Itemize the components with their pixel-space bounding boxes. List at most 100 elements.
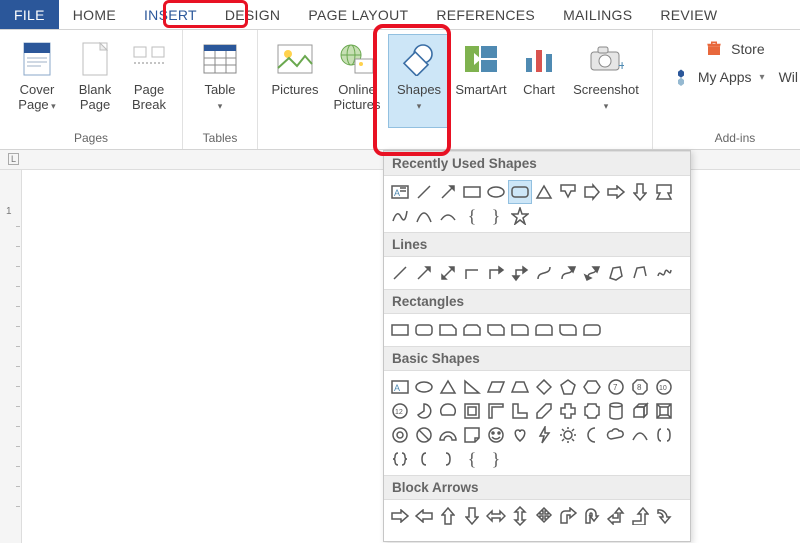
shape-sun[interactable]: [556, 423, 580, 447]
my-apps-button[interactable]: My Apps ▾ Wil: [672, 68, 798, 86]
store-button[interactable]: Store: [705, 40, 764, 58]
shape-up-down-arrow[interactable]: [508, 504, 532, 528]
shape-double-bracket[interactable]: [652, 423, 676, 447]
tab-mailings[interactable]: MAILINGS: [549, 0, 646, 29]
shape-left-arrow[interactable]: [412, 504, 436, 528]
shape-elbow[interactable]: [460, 261, 484, 285]
shape-folded-corner[interactable]: [460, 423, 484, 447]
shape-block-arc[interactable]: [436, 423, 460, 447]
tab-review[interactable]: REVIEW: [646, 0, 731, 29]
ruler-vertical[interactable]: 1: [0, 170, 22, 543]
shape-arc[interactable]: [412, 204, 436, 228]
pictures-button[interactable]: Pictures: [264, 34, 326, 128]
shape-quad-arrow[interactable]: [532, 504, 556, 528]
shape-diamond[interactable]: [532, 375, 556, 399]
shape-rectangle[interactable]: [460, 180, 484, 204]
shape-left-bracket[interactable]: [412, 447, 436, 471]
shape-diagonal-stripe[interactable]: [532, 399, 556, 423]
shape-arc2[interactable]: [628, 423, 652, 447]
cover-page-button[interactable]: Cover Page ▾: [6, 34, 68, 128]
shape-left-right-callout[interactable]: [652, 180, 676, 204]
shape-down-arrow-callout[interactable]: [556, 180, 580, 204]
shape-plaque[interactable]: [580, 399, 604, 423]
shape-line-arrow[interactable]: [436, 180, 460, 204]
online-pictures-button[interactable]: Online Pictures: [326, 34, 388, 128]
shape-decagon[interactable]: 10: [652, 375, 676, 399]
shape-left-up-arrow[interactable]: [604, 504, 628, 528]
shape-pentagon[interactable]: [556, 375, 580, 399]
shape-right-brace[interactable]: }: [484, 447, 508, 471]
shape-heptagon[interactable]: 7: [604, 375, 628, 399]
shape-triangle[interactable]: [532, 180, 556, 204]
shape-elbow-double-arrow[interactable]: [508, 261, 532, 285]
shape-curve[interactable]: [388, 204, 412, 228]
table-button[interactable]: Table▾: [189, 34, 251, 128]
shape-parallelogram[interactable]: [484, 375, 508, 399]
shape-line[interactable]: [388, 261, 412, 285]
shape-cloud[interactable]: [604, 423, 628, 447]
shape-freeform-open[interactable]: [628, 261, 652, 285]
shape-right-arrow[interactable]: [388, 504, 412, 528]
shape-curve-double-arrow[interactable]: [580, 261, 604, 285]
shape-down-arrow[interactable]: [628, 180, 652, 204]
shape-half-frame[interactable]: [484, 399, 508, 423]
shape-uturn-arrow[interactable]: [580, 504, 604, 528]
shape-left-brace[interactable]: {: [460, 447, 484, 471]
shape-rectangle[interactable]: [388, 318, 412, 342]
shape-snip-diag[interactable]: [484, 318, 508, 342]
chart-button[interactable]: Chart: [512, 34, 566, 128]
shape-text-box[interactable]: A: [388, 180, 412, 204]
tab-home[interactable]: HOME: [59, 0, 130, 29]
shapes-button[interactable]: Shapes▾: [388, 34, 450, 128]
shape-left-right-arrow[interactable]: [484, 504, 508, 528]
shape-double-arrow[interactable]: [436, 261, 460, 285]
shape-rounded-rectangle[interactable]: [412, 318, 436, 342]
tab-selector[interactable]: L: [8, 153, 19, 165]
shape-snip-same-side[interactable]: [460, 318, 484, 342]
shape-oval[interactable]: [484, 180, 508, 204]
tab-insert[interactable]: INSERT: [130, 0, 211, 29]
shape-freeform-closed[interactable]: [604, 261, 628, 285]
shape-bevel[interactable]: [652, 399, 676, 423]
shape-right-arrow-callout[interactable]: [580, 180, 604, 204]
shape-no-symbol[interactable]: [412, 423, 436, 447]
shape-lightning[interactable]: [532, 423, 556, 447]
shape-curve-arrow[interactable]: [556, 261, 580, 285]
shape-curve-connector[interactable]: [532, 261, 556, 285]
shape-trapezoid[interactable]: [508, 375, 532, 399]
shape-snip-single[interactable]: [436, 318, 460, 342]
shape-round-same-side[interactable]: [532, 318, 556, 342]
shape-right-brace[interactable]: }: [484, 204, 508, 228]
tab-design[interactable]: DESIGN: [211, 0, 294, 29]
shape-chord[interactable]: [436, 399, 460, 423]
shape-elbow-arrow[interactable]: [484, 261, 508, 285]
shape-down-arrow[interactable]: [460, 504, 484, 528]
shape-heart[interactable]: [508, 423, 532, 447]
shape-right-arrow[interactable]: [604, 180, 628, 204]
page-break-button[interactable]: Page Break: [122, 34, 176, 128]
screenshot-button[interactable]: + Screenshot▾: [566, 34, 646, 128]
shape-frame[interactable]: [460, 399, 484, 423]
shape-bent-up-arrow[interactable]: [628, 504, 652, 528]
shape-right-triangle[interactable]: [460, 375, 484, 399]
shape-double-brace[interactable]: [388, 447, 412, 471]
shape-donut[interactable]: [388, 423, 412, 447]
shape-right-bracket[interactable]: [436, 447, 460, 471]
shape-scribble[interactable]: [652, 261, 676, 285]
shape-dodecagon[interactable]: 12: [388, 399, 412, 423]
shape-text-box[interactable]: A: [388, 375, 412, 399]
shape-smiley-face[interactable]: [484, 423, 508, 447]
shape-left-brace[interactable]: {: [460, 204, 484, 228]
shape-line-arrow[interactable]: [412, 261, 436, 285]
shape-triangle[interactable]: [436, 375, 460, 399]
tab-references[interactable]: REFERENCES: [422, 0, 549, 29]
tab-file[interactable]: FILE: [0, 0, 59, 29]
shape-can[interactable]: [604, 399, 628, 423]
shape-up-arrow[interactable]: [436, 504, 460, 528]
shape-bent-arrow[interactable]: [556, 504, 580, 528]
shape-round-all-but-one[interactable]: [580, 318, 604, 342]
shape-rounded-rectangle[interactable]: [508, 180, 532, 204]
shape-pie[interactable]: [412, 399, 436, 423]
shape-round-single[interactable]: [508, 318, 532, 342]
shape-round-diag[interactable]: [556, 318, 580, 342]
